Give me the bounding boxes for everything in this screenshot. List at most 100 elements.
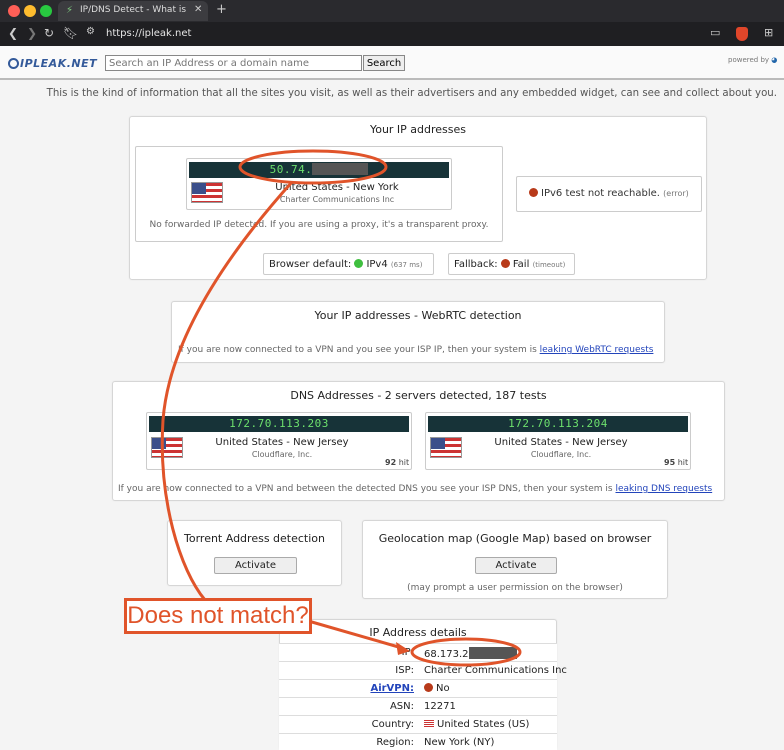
- dns-ip-bar: 172.70.113.203: [149, 416, 409, 432]
- browser-default-ms: (637 ms): [390, 261, 423, 269]
- extensions-icon[interactable]: ⊞: [764, 26, 773, 39]
- torrent-panel: Torrent Address detection Activate: [167, 520, 342, 586]
- powered-by: powered by ◕: [728, 56, 777, 64]
- fallback-value: Fail: [512, 259, 530, 270]
- dns-panel: DNS Addresses - 2 servers detected, 187 …: [112, 381, 725, 501]
- browser-titlebar: ⚡ IP/DNS Detect - What is your I ✕ +: [0, 0, 784, 22]
- details-value: Charter Communications Inc: [424, 665, 567, 676]
- browser-toolbar: ❮ ❯ ↻ 🔖︎ ⚙ https://ipleak.net ▭ ⊞: [0, 22, 784, 46]
- browser-default: Browser default: IPv4 (637 ms): [269, 259, 422, 270]
- browser-tab[interactable]: ⚡ IP/DNS Detect - What is your I ✕: [58, 1, 208, 21]
- ip-location: United States - New York: [275, 182, 399, 193]
- dns-hit-label: hit: [398, 458, 410, 467]
- geo-activate-button[interactable]: Activate: [475, 557, 557, 574]
- details-row-asn: ASN: 12271: [279, 697, 557, 715]
- ip-card: 50.74. United States - New York Charter …: [186, 158, 452, 210]
- ipv6-status: IPv6 test not reachable. (error): [529, 188, 689, 199]
- details-ip-value: 68.173.2: [424, 649, 469, 660]
- dns-isp: Cloudflare, Inc.: [251, 450, 313, 459]
- intro-text: This is the kind of information that all…: [46, 88, 777, 99]
- webrtc-panel: Your IP addresses - WebRTC detection If …: [171, 301, 665, 363]
- bookmark-icon[interactable]: 🔖︎: [63, 26, 78, 40]
- ip-address-bar: 50.74.: [189, 162, 449, 178]
- us-flag-small-icon: [424, 720, 434, 727]
- fallback: Fallback: Fail (timeout): [454, 259, 565, 270]
- details-key: ISP:: [395, 665, 414, 676]
- forwarded-ip-note: No forwarded IP detected. If you are usi…: [149, 220, 489, 230]
- new-tab-button[interactable]: +: [216, 2, 227, 17]
- dns-location: United States - New Jersey: [494, 437, 628, 448]
- ipv6-box: IPv6 test not reachable. (error): [516, 176, 702, 212]
- tab-close-icon[interactable]: ✕: [194, 4, 202, 15]
- browser-default-value: IPv4: [366, 259, 388, 270]
- us-flag-icon: [151, 437, 183, 458]
- webrtc-title: Your IP addresses - WebRTC detection: [314, 309, 522, 322]
- green-dot-icon: [354, 259, 364, 268]
- ipv6-error: (error): [663, 189, 689, 198]
- airvpn-value: No: [436, 683, 450, 694]
- site-settings-icon[interactable]: ⚙: [86, 26, 95, 37]
- dns-location: United States - New Jersey: [215, 437, 349, 448]
- logo-ring-icon: [8, 58, 19, 69]
- details-row-ip: IP: 68.173.2: [279, 643, 557, 661]
- dns-server-card: 172.70.113.204 United States - New Jerse…: [425, 412, 691, 470]
- details-key: Country:: [371, 719, 414, 730]
- logo-text: IPLEAK.NET: [20, 57, 98, 70]
- dns-isp: Cloudflare, Inc.: [530, 450, 592, 459]
- zoom-window-button[interactable]: [40, 5, 52, 17]
- airvpn-link[interactable]: AirVPN:: [279, 683, 414, 694]
- geo-panel: Geolocation map (Google Map) based on br…: [362, 520, 668, 599]
- torrent-title: Torrent Address detection: [184, 532, 325, 545]
- powered-by-text: powered by: [728, 56, 770, 64]
- country-value: United States (US): [437, 719, 530, 730]
- webrtc-leak-link[interactable]: leaking WebRTC requests: [540, 345, 654, 355]
- details-key: IP:: [401, 647, 414, 658]
- dns-hits: 95 hit: [664, 458, 688, 467]
- dns-hit-count: 92: [385, 458, 397, 467]
- forward-icon[interactable]: ❯: [27, 26, 37, 40]
- dns-ip-bar: 172.70.113.204: [428, 416, 688, 432]
- dns-leak-link[interactable]: leaking DNS requests: [615, 484, 712, 494]
- sponsor-logo-icon[interactable]: ◕: [771, 56, 777, 64]
- ip-panel: Your IP addresses 50.74. United States -…: [129, 116, 707, 280]
- browser-default-label: Browser default:: [269, 259, 352, 270]
- red-dot-icon: [500, 259, 510, 268]
- details-value: United States (US): [424, 719, 529, 730]
- redacted-block: [468, 647, 517, 659]
- address-bar[interactable]: https://ipleak.net: [106, 28, 191, 39]
- dns-note: If you are now connected to a VPN and be…: [118, 484, 712, 494]
- details-value: 68.173.2: [424, 647, 517, 660]
- site-header: IPLEAK.NET Search powered by ◕: [0, 46, 784, 80]
- ip-address: 50.74.: [269, 163, 313, 176]
- geo-note: (may prompt a user permission on the bro…: [407, 583, 623, 593]
- details-value: 12271: [424, 701, 456, 712]
- ip-isp: Charter Communications Inc: [279, 195, 395, 204]
- close-window-button[interactable]: [8, 5, 20, 17]
- dns-hits: 92 hit: [385, 458, 409, 467]
- webrtc-note-text: If you are now connected to a VPN and yo…: [178, 345, 537, 355]
- redacted-block: [312, 163, 369, 175]
- torrent-activate-button[interactable]: Activate: [214, 557, 297, 574]
- details-value: New York (NY): [424, 737, 495, 748]
- back-icon[interactable]: ❮: [8, 26, 18, 40]
- ip-panel-title: Your IP addresses: [369, 123, 467, 136]
- minimize-window-button[interactable]: [24, 5, 36, 17]
- dns-server-card: 172.70.113.203 United States - New Jerse…: [146, 412, 412, 470]
- details-value: No: [424, 683, 450, 694]
- red-dot-icon: [529, 188, 538, 197]
- search-button[interactable]: Search: [363, 55, 405, 71]
- reload-icon[interactable]: ↻: [44, 26, 54, 40]
- brave-shield-icon[interactable]: [736, 27, 748, 41]
- tab-favicon-icon: ⚡: [66, 5, 74, 16]
- fallback-label: Fallback:: [454, 259, 498, 270]
- site-logo[interactable]: IPLEAK.NET: [8, 57, 97, 70]
- cast-icon[interactable]: ▭: [710, 26, 720, 39]
- us-flag-icon: [191, 182, 223, 203]
- details-row-isp: ISP: Charter Communications Inc: [279, 661, 567, 679]
- ipv6-text: IPv6 test not reachable.: [541, 188, 660, 199]
- browser-default-box: Browser default: IPv4 (637 ms): [263, 253, 434, 275]
- fallback-box: Fallback: Fail (timeout): [448, 253, 575, 275]
- details-title: IP Address details: [369, 626, 467, 639]
- annotation-label: Does not match?: [124, 598, 312, 634]
- search-input[interactable]: [105, 55, 362, 71]
